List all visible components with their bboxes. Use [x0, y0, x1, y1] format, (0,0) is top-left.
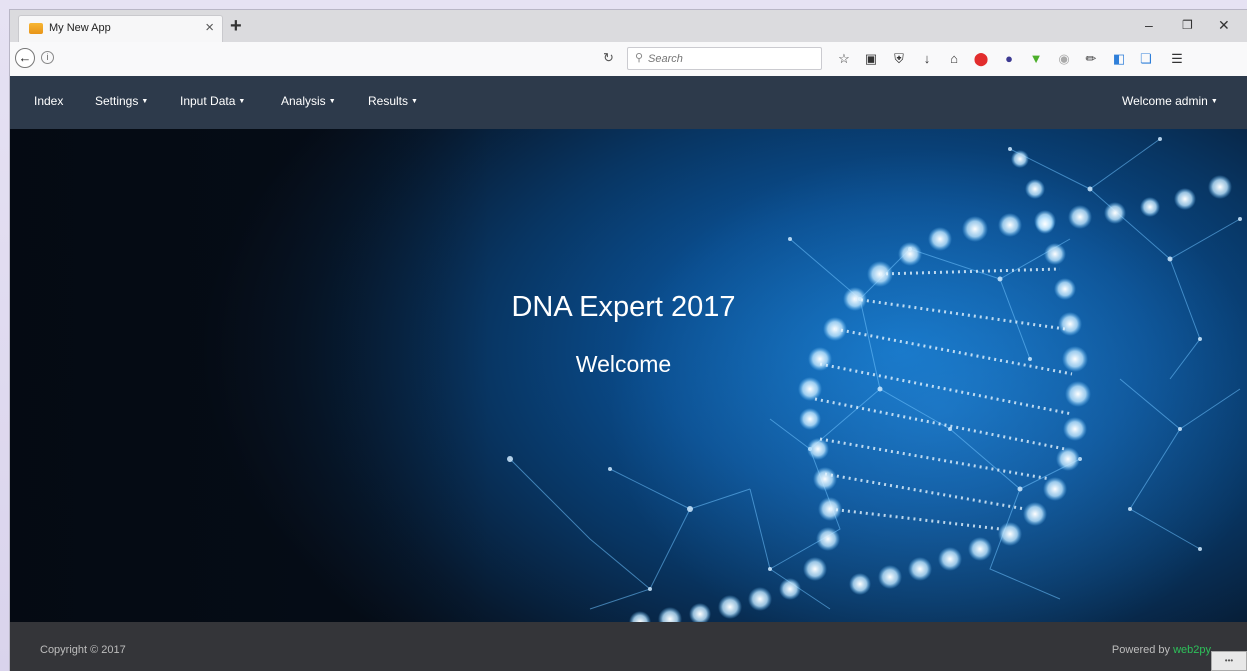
nav-item-label: Results: [368, 94, 409, 108]
nav-item-label: Input Data: [180, 94, 236, 108]
hero-subtitle: Welcome: [575, 351, 672, 377]
tab-close-icon[interactable]: ×: [205, 19, 214, 37]
home-icon[interactable]: ⌂: [945, 50, 963, 68]
share-tab[interactable]: •••: [1211, 651, 1247, 671]
hamburger-menu-icon[interactable]: ☰: [1168, 50, 1186, 68]
nav-item-label: Index: [34, 94, 64, 108]
app-navbar: Index Settings ▼ Input Data ▼ Analysis ▼ Re…: [10, 76, 1247, 129]
app-favicon-icon: [29, 23, 43, 34]
search-input[interactable]: [648, 50, 808, 67]
nav-item-label: Analysis: [281, 94, 326, 108]
extension-puzzle-icon[interactable]: ❏: [1137, 50, 1155, 68]
new-tab-button[interactable]: +: [230, 15, 242, 37]
footer-powered-by: Powered by web2py: [1112, 644, 1211, 656]
tab-title: My New App: [49, 22, 111, 34]
info-icon[interactable]: i: [41, 51, 54, 64]
hero-banner: DNA Expert 2017 Welcome: [10, 129, 1247, 622]
search-box[interactable]: ⚲: [627, 47, 822, 70]
browser-toolbar: ← i ↻ ⚲ ☆ ▣ ⛨ ↓ ⌂ ⬤ ● ▼ ◉ ✏ ◧ ❏ ☰: [10, 42, 1247, 77]
caret-down-icon: ▼: [411, 98, 418, 105]
search-icon: ⚲: [635, 52, 644, 64]
nav-item-index[interactable]: Index: [34, 94, 63, 108]
nav-item-settings[interactable]: Settings ▼: [95, 94, 148, 108]
caret-down-icon: ▼: [141, 98, 149, 105]
caret-down-icon: ▼: [328, 98, 336, 105]
reading-list-icon[interactable]: ▣: [862, 50, 880, 68]
browser-window: My New App × + – ❐ ✕ ← i ↻ ⚲ ☆ ▣ ⛨ ↓ ⌂ ⬤…: [10, 10, 1247, 671]
download-icon[interactable]: ↓: [918, 50, 936, 68]
eyedropper-icon[interactable]: ✏: [1082, 50, 1100, 68]
nav-user-menu[interactable]: Welcome admin ▼: [1122, 94, 1218, 108]
extension-green-icon[interactable]: ▼: [1027, 50, 1045, 68]
adblock-icon[interactable]: ⬤: [972, 50, 990, 68]
extension-gray-icon[interactable]: ◉: [1055, 50, 1073, 68]
pocket-icon[interactable]: ⛨: [890, 50, 908, 68]
browser-tab-bar: My New App × + – ❐ ✕: [10, 10, 1247, 42]
bookmark-star-icon[interactable]: ☆: [835, 50, 853, 68]
web2py-link[interactable]: web2py: [1173, 644, 1211, 656]
caret-down-icon: ▼: [1210, 98, 1218, 105]
back-arrow-icon[interactable]: ←: [15, 48, 35, 68]
nav-item-input-data[interactable]: Input Data ▼: [180, 94, 245, 108]
footer-copyright: Copyright © 2017: [40, 644, 126, 656]
nav-item-analysis[interactable]: Analysis ▼: [281, 94, 336, 108]
restore-window-button[interactable]: ❐: [1182, 17, 1193, 33]
hero-title: DNA Expert 2017: [511, 291, 736, 323]
browser-tab[interactable]: My New App ×: [18, 15, 223, 42]
caret-down-icon: ▼: [238, 98, 246, 105]
nav-item-label: Settings: [95, 94, 139, 108]
powered-by-text: Powered by: [1111, 644, 1174, 656]
reload-icon[interactable]: ↻: [603, 50, 614, 66]
extension-circle-icon[interactable]: ●: [1000, 50, 1018, 68]
minimize-window-button[interactable]: –: [1145, 17, 1153, 33]
page-footer: Copyright © 2017 Powered by web2py: [10, 622, 1247, 671]
nav-item-results[interactable]: Results ▼: [368, 94, 418, 108]
screenshot-icon[interactable]: ◧: [1110, 50, 1128, 68]
close-window-button[interactable]: ✕: [1218, 17, 1230, 33]
user-menu-label: Welcome admin: [1122, 94, 1208, 108]
